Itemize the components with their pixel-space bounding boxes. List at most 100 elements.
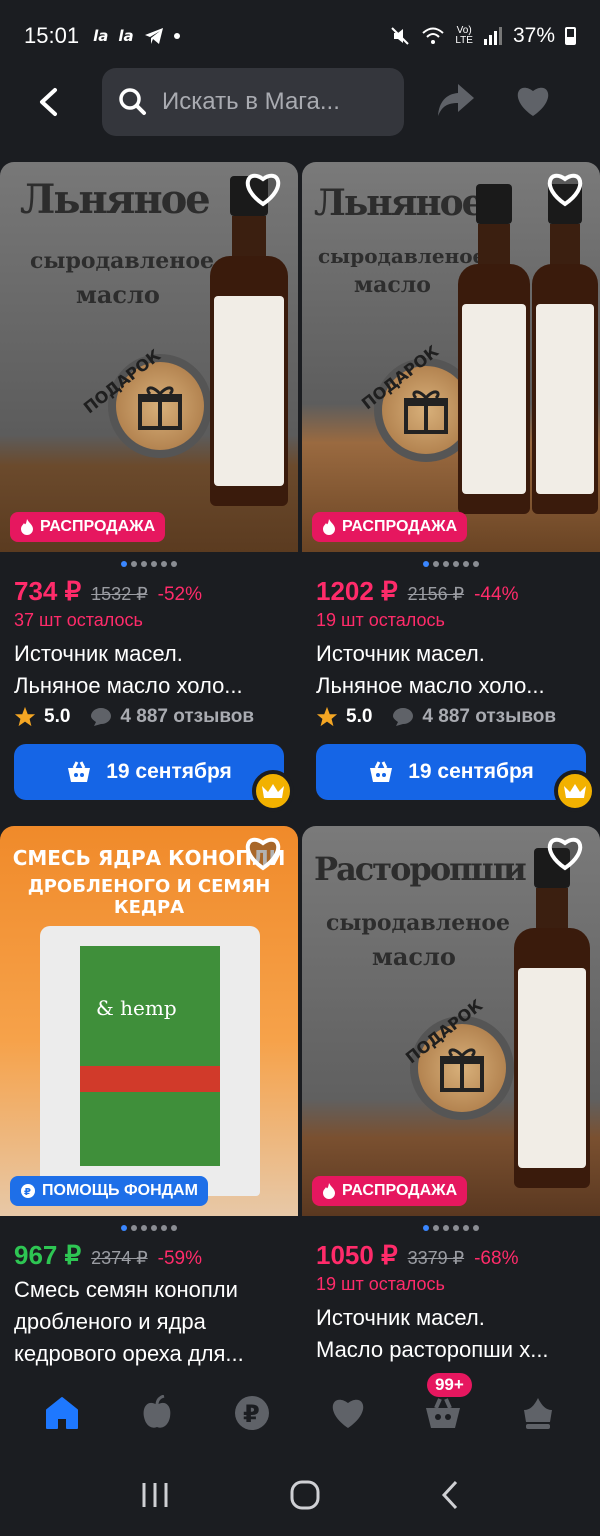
- title-line: Смесь семян конопли: [14, 1277, 238, 1302]
- signal-icon: [483, 27, 502, 45]
- favorite-button[interactable]: [514, 84, 554, 124]
- product-card[interactable]: Расторопши сыродавленое масло ПОДАРОК РА…: [302, 826, 600, 1366]
- favorite-toggle[interactable]: [544, 170, 586, 210]
- old-price: 2156 ₽: [407, 584, 465, 604]
- add-to-cart-button[interactable]: 19 сентября: [316, 744, 586, 800]
- home-circle-icon: [290, 1480, 320, 1510]
- gift-medallion: [410, 1016, 514, 1120]
- sale-badge: РАСПРОДАЖА: [312, 512, 468, 542]
- basket-icon: [68, 761, 91, 782]
- rating-score: 5.0: [44, 706, 71, 727]
- title-line: Льняное масло холо...: [316, 673, 545, 698]
- charity-badge: ₽ ПОМОЩЬ ФОНДАМ: [10, 1176, 208, 1206]
- product-title[interactable]: Источник масел. Льняное масло холо...: [14, 638, 284, 702]
- heart-outline-icon: [547, 837, 583, 871]
- image-subheading-2: масло: [372, 942, 456, 971]
- product-title[interactable]: Смесь семян конопли дробленого и ядра ке…: [14, 1274, 284, 1367]
- mute-icon: [391, 27, 410, 45]
- delivery-date: 19 сентября: [408, 760, 534, 783]
- price: 734 ₽: [14, 576, 82, 606]
- favorite-toggle[interactable]: [242, 170, 284, 210]
- discount: -44%: [474, 584, 519, 605]
- product-image[interactable]: Льняное сыродавленое масло ПОДАРОК РАСПР…: [0, 162, 298, 552]
- discount: -68%: [474, 1248, 519, 1269]
- title-line: кедрового ореха для...: [14, 1341, 244, 1366]
- nav-favorites[interactable]: [318, 1383, 378, 1443]
- product-grid: Льняное сыродавленое масло ПОДАРОК РАСПР…: [0, 162, 600, 1367]
- share-button[interactable]: [436, 82, 476, 122]
- oil-bottle: [532, 184, 598, 514]
- product-card[interactable]: Льняное сыродавленое масло ПОДАРОК РАСПР…: [0, 162, 298, 812]
- back-button[interactable]: [28, 82, 68, 122]
- star-icon: [316, 706, 338, 727]
- sale-badge: РАСПРОДАЖА: [10, 512, 166, 542]
- product-image[interactable]: СМЕСЬ ЯДРА КОНОПЛИ ДРОБЛЕНОГО И СЕМЯН КЕ…: [0, 826, 298, 1216]
- product-title[interactable]: Источник масел. Льняное масло холо...: [316, 638, 586, 702]
- notification-dot-icon: [173, 33, 180, 39]
- discount: -59%: [157, 1248, 203, 1269]
- cart-count-badge: 99+: [426, 1373, 472, 1397]
- favorites-icon: [332, 1399, 363, 1428]
- svg-text:₽: ₽: [243, 1400, 260, 1428]
- product-card[interactable]: Льняное сыродавленое масло ПОДАРОК РАСПР…: [302, 162, 600, 812]
- image-subheading: сыродавленое: [326, 910, 510, 936]
- premium-badge: [252, 770, 294, 812]
- rating-row: 5.0 4 887 отзывов: [14, 706, 284, 728]
- status-bar: 15:01 la la Vo) LTE 37%: [0, 0, 600, 72]
- nav-payments[interactable]: ₽: [222, 1383, 282, 1443]
- favorite-toggle[interactable]: [544, 834, 586, 874]
- home-system-button[interactable]: [289, 1479, 321, 1515]
- recents-icon: [142, 1483, 168, 1507]
- title-line: дробленого и ядра: [14, 1309, 206, 1334]
- oil-bottle: [458, 184, 530, 514]
- image-heading: Расторопши: [314, 850, 527, 888]
- rating-score: 5.0: [346, 706, 373, 727]
- title-line: Источник масел.: [316, 641, 485, 666]
- discount: -52%: [157, 584, 203, 605]
- stock-left: 37 шт осталось: [14, 610, 143, 630]
- fire-icon: [21, 519, 33, 535]
- comment-icon: [91, 708, 112, 726]
- price-row: 967 ₽ 2374 ₽ -59%: [14, 1240, 284, 1274]
- search-field[interactable]: Искать в Мага...: [102, 68, 404, 136]
- heart-outline-icon: [547, 173, 583, 207]
- product-image[interactable]: Расторопши сыродавленое масло ПОДАРОК РА…: [302, 826, 600, 1216]
- heart-icon: [517, 87, 549, 116]
- volte-icon: Vo) LTE: [455, 25, 473, 46]
- oil-bottle: [514, 848, 590, 1188]
- product-card[interactable]: СМЕСЬ ЯДРА КОНОПЛИ ДРОБЛЕНОГО И СЕМЯН КЕ…: [0, 826, 298, 1367]
- vk-icon: la: [118, 27, 134, 45]
- system-back-button[interactable]: [440, 1480, 460, 1514]
- nav-home[interactable]: [32, 1383, 92, 1443]
- image-subheading-2: масло: [76, 280, 160, 309]
- nav-catalog[interactable]: [127, 1383, 187, 1443]
- price-row: 1202 ₽ 2156 ₽ -44%: [316, 576, 586, 610]
- title-line: Источник масел.: [316, 1305, 485, 1330]
- gift-icon: [404, 390, 448, 434]
- title-line: Масло расторопши х...: [316, 1337, 549, 1362]
- sale-badge: РАСПРОДАЖА: [312, 1176, 468, 1206]
- delivery-date: 19 сентября: [106, 760, 232, 783]
- system-navigation: [0, 1458, 600, 1536]
- nav-cart[interactable]: 99+: [413, 1373, 473, 1443]
- cart-icon: [425, 1398, 460, 1428]
- image-pager: [0, 552, 298, 576]
- favorite-toggle[interactable]: [242, 834, 284, 874]
- nav-profile[interactable]: [508, 1383, 568, 1443]
- image-subheading: сыродавленое: [30, 248, 214, 274]
- product-title[interactable]: Источник масел. Масло расторопши х...: [316, 1302, 586, 1366]
- price-row: 1050 ₽ 3379 ₽ -68%: [316, 1240, 586, 1274]
- battery-icon: [565, 27, 576, 45]
- badge-label: РАСПРОДАЖА: [342, 1182, 458, 1199]
- old-price: 3379 ₽: [407, 1248, 465, 1268]
- product-pack: & hemp: [40, 926, 260, 1196]
- add-to-cart-button[interactable]: 19 сентября: [14, 744, 284, 800]
- rating-row: 5.0 4 887 отзывов: [316, 706, 586, 728]
- bottom-navigation: ₽ 99+: [0, 1368, 600, 1458]
- gift-icon: [440, 1048, 484, 1092]
- badge-label: ПОМОЩЬ ФОНДАМ: [42, 1182, 198, 1199]
- product-image[interactable]: Льняное сыродавленое масло ПОДАРОК РАСПР…: [302, 162, 600, 552]
- image-subheading-2: масло: [354, 272, 431, 298]
- reviews-count: 4 887 отзывов: [422, 706, 557, 727]
- recent-apps-button[interactable]: [140, 1481, 170, 1513]
